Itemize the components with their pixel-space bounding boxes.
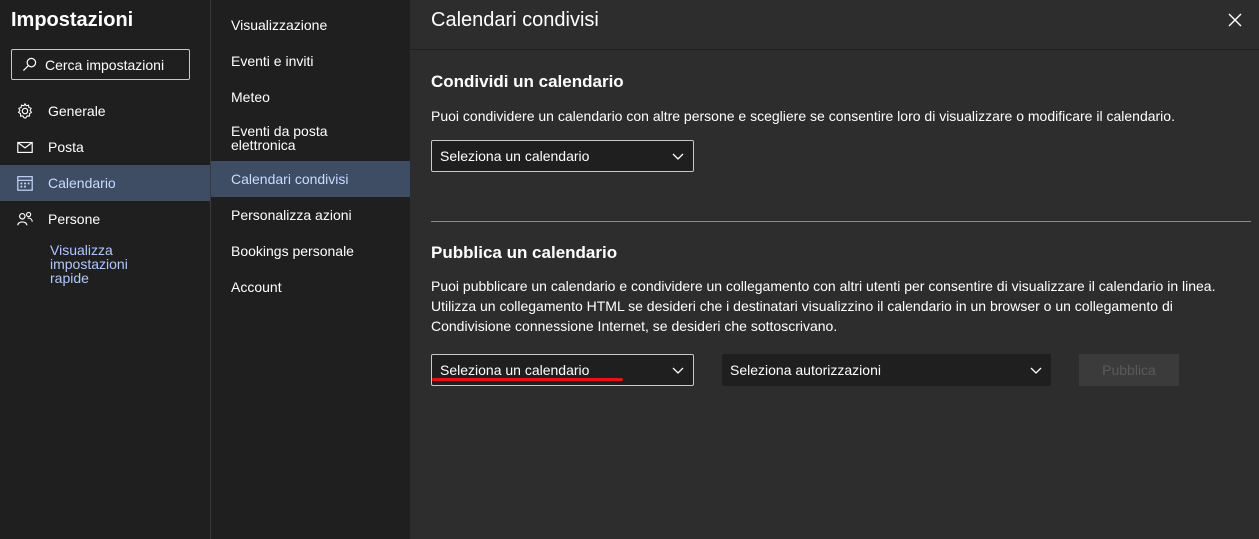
subnav-eventi-inviti[interactable]: Eventi e inviti <box>211 43 410 79</box>
subnav-bookings[interactable]: Bookings personale <box>211 233 410 269</box>
chevron-down-icon <box>1030 367 1042 374</box>
subnav-account[interactable]: Account <box>211 269 410 305</box>
gear-icon <box>15 102 34 121</box>
settings-title: Impostazioni <box>11 9 134 31</box>
chevron-down-icon <box>672 367 684 374</box>
share-calendar-select[interactable]: Seleziona un calendario <box>431 140 694 172</box>
nav-item-label: Calendario <box>48 175 116 191</box>
publish-button[interactable]: Pubblica <box>1079 354 1179 386</box>
select-value: Seleziona autorizzazioni <box>730 362 881 378</box>
settings-window: Impostazioni Cerca impostazioni Generale <box>0 0 1259 539</box>
nav-item-label: Generale <box>48 103 106 119</box>
people-icon <box>15 210 34 229</box>
select-value: Seleziona un calendario <box>440 362 590 378</box>
publish-description: Puoi pubblicare un calendario e condivid… <box>431 276 1231 336</box>
subnav-meteo[interactable]: Meteo <box>211 79 410 115</box>
subnav-personalizza-azioni[interactable]: Personalizza azioni <box>211 197 410 233</box>
settings-nav: Generale Posta Calendario Persone Visual… <box>0 93 210 285</box>
mail-icon <box>15 138 34 157</box>
settings-sidebar: Impostazioni Cerca impostazioni Generale <box>0 0 210 539</box>
shared-calendars-panel: Calendari condivisi Condividi un calenda… <box>410 0 1259 539</box>
publish-calendar-select[interactable]: Seleziona un calendario <box>431 354 694 386</box>
close-icon[interactable] <box>1225 10 1245 30</box>
quick-settings-link[interactable]: Visualizza impostazioni rapide <box>0 243 150 285</box>
search-icon <box>22 57 37 72</box>
share-description: Puoi condividere un calendario con altre… <box>431 108 1175 124</box>
publish-description-line: Puoi pubblicare un calendario e condivid… <box>431 278 1216 294</box>
select-value: Seleziona un calendario <box>440 148 590 164</box>
nav-item-label: Persone <box>48 211 101 227</box>
search-settings-input[interactable]: Cerca impostazioni <box>11 49 190 80</box>
share-section-title: Condividi un calendario <box>431 72 624 91</box>
chevron-down-icon <box>672 153 684 160</box>
red-annotation-underline <box>432 378 623 381</box>
section-divider <box>431 221 1251 222</box>
search-placeholder: Cerca impostazioni <box>45 56 165 73</box>
nav-item-posta[interactable]: Posta <box>0 129 210 165</box>
publish-section-title: Pubblica un calendario <box>431 243 618 262</box>
subnav-calendari-condivisi[interactable]: Calendari condivisi <box>211 161 410 197</box>
nav-item-generale[interactable]: Generale <box>0 93 210 129</box>
nav-item-calendario[interactable]: Calendario <box>0 165 210 201</box>
calendar-settings-nav: Visualizzazione Eventi e inviti Meteo Ev… <box>210 0 410 539</box>
subnav-visualizzazione[interactable]: Visualizzazione <box>211 7 410 43</box>
nav-item-label: Posta <box>48 139 84 155</box>
calendar-icon <box>15 174 34 193</box>
publish-description-line: Condivisione connessione Internet, se de… <box>431 318 838 334</box>
subnav-eventi-posta[interactable]: Eventi da posta elettronica <box>211 115 410 161</box>
nav-item-persone[interactable]: Persone <box>0 201 210 237</box>
publish-description-line: Utilizza un collegamento HTML se desider… <box>431 298 1173 314</box>
panel-title: Calendari condivisi <box>431 9 599 31</box>
header-divider <box>410 49 1259 50</box>
subnav-label: Eventi da posta elettronica <box>231 123 328 153</box>
permissions-select[interactable]: Seleziona autorizzazioni <box>722 354 1051 386</box>
